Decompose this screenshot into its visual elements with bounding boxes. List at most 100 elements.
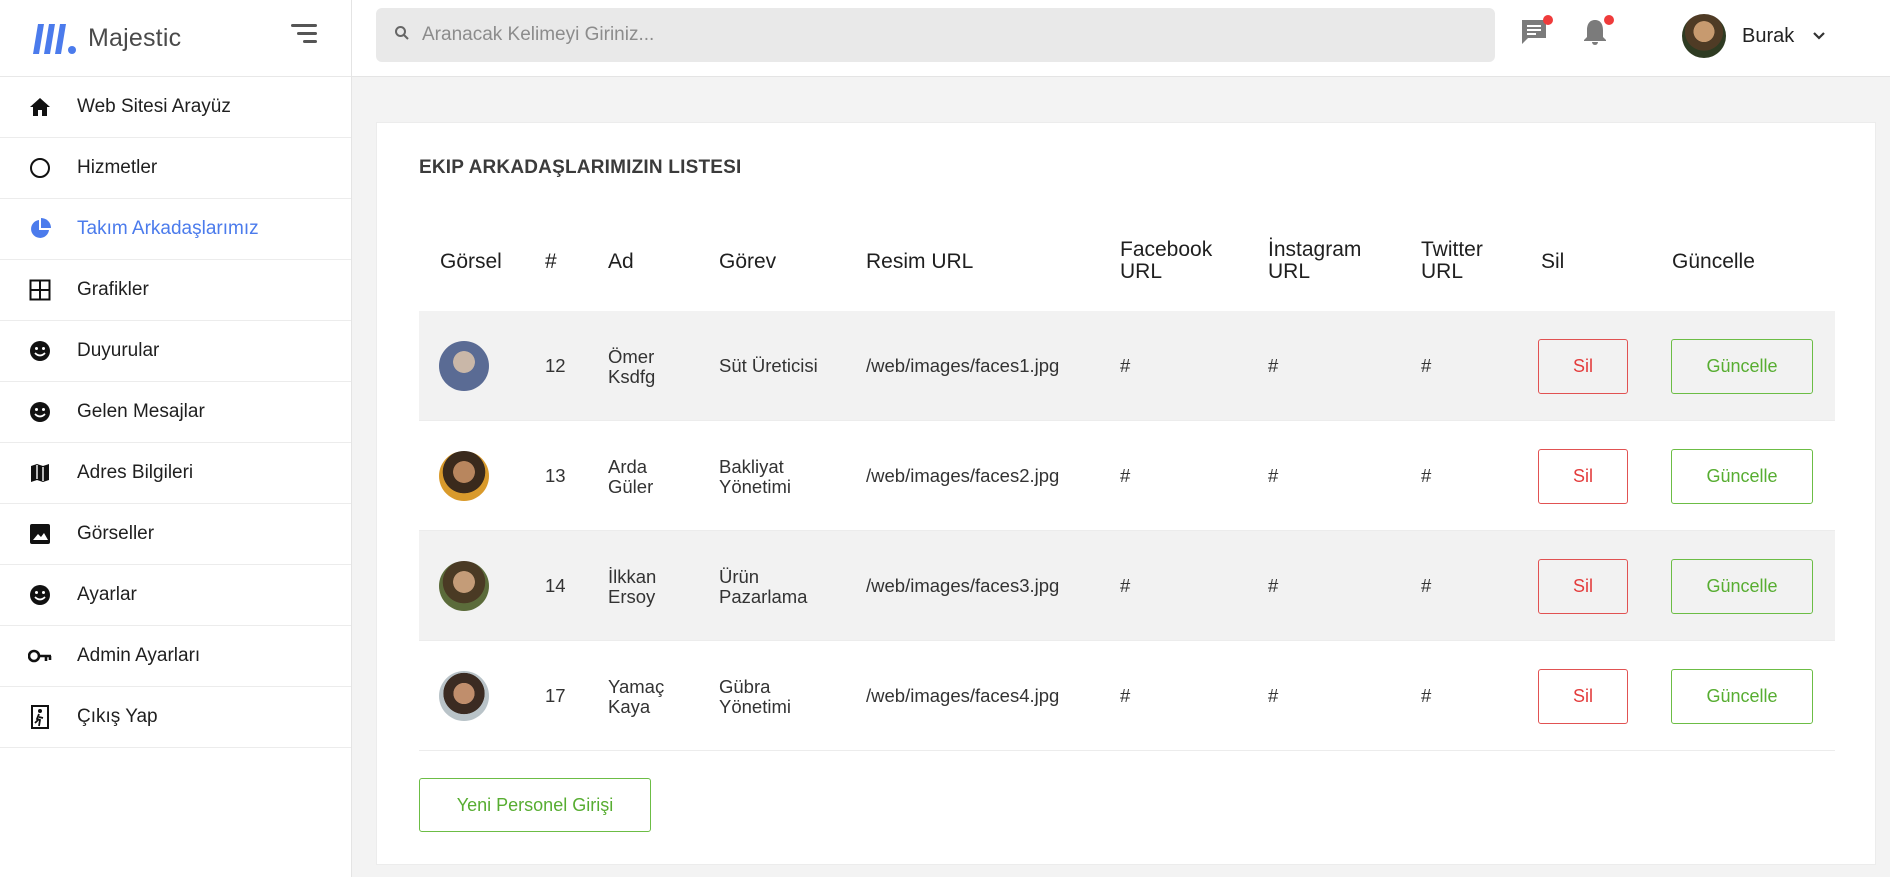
row-twitter-url: # [1421,685,1432,706]
avatar [439,561,489,611]
avatar [439,451,489,501]
notification-dot [1604,15,1614,25]
row-instagram-url: # [1268,355,1279,376]
menu-toggle-icon[interactable] [289,24,317,46]
row-name: İlkkan Ersoy [608,566,657,607]
row-role: Süt Üreticisi [719,355,818,376]
page-title: EKIP ARKADAŞLARIMIZIN LISTESI [419,157,742,178]
column-header: Görsel [440,250,502,273]
table-row: 12 Ömer Ksdfg Süt Üreticisi /web/images/… [419,311,1835,421]
team-list-card: EKIP ARKADAŞLARIMIZIN LISTESI Görsel # A… [376,122,1876,865]
search-box [376,8,1495,62]
row-twitter-url: # [1421,575,1432,596]
search-icon [394,25,410,46]
notification-dot [1543,15,1553,25]
column-header: Ad [608,250,634,273]
sidebar-item-takim-arkadaslarimiz[interactable]: Takım Arkadaşlarımız [0,199,351,260]
table-row: 17 Yamaç Kaya Gübra Yönetimi /web/images… [419,641,1835,751]
delete-button[interactable]: Sil [1538,449,1628,504]
table-row: 13 Arda Güler Bakliyat Yönetimi /web/ima… [419,421,1835,531]
row-name: Arda Güler [608,456,654,497]
sidebar: Majestic Web Sitesi Arayüz Hizmetler Tak… [0,0,352,877]
image-icon [28,522,52,546]
key-icon [28,644,52,668]
sidebar-item-label: Admin Ayarları [77,645,201,666]
sidebar-item-label: Grafikler [77,279,149,300]
row-instagram-url: # [1268,575,1279,596]
bell-icon[interactable] [1580,15,1614,49]
sidebar-item-hizmetler[interactable]: Hizmetler [0,138,351,199]
column-header: Twitter URL [1421,238,1483,283]
column-header: Görev [719,250,777,273]
row-facebook-url: # [1120,575,1131,596]
table-header: Görsel # Ad Görev Resim URL Facebook URL… [419,213,1835,311]
brand: Majestic [0,0,351,77]
column-header: Facebook URL [1120,238,1213,283]
brand-name: Majestic [88,23,182,52]
delete-button[interactable]: Sil [1538,339,1628,394]
delete-button[interactable]: Sil [1538,669,1628,724]
sidebar-item-adres-bilgileri[interactable]: Adres Bilgileri [0,443,351,504]
row-facebook-url: # [1120,355,1131,376]
table-row: 14 İlkkan Ersoy Ürün Pazarlama /web/imag… [419,531,1835,641]
row-facebook-url: # [1120,685,1131,706]
sidebar-item-label: Görseller [77,523,155,544]
column-header: Güncelle [1672,250,1755,273]
sidebar-item-label: Çıkış Yap [77,706,158,727]
pie-chart-icon [28,217,52,241]
sidebar-item-web-sitesi-arayuz[interactable]: Web Sitesi Arayüz [0,77,351,138]
row-id: 12 [545,355,566,376]
team-table: Görsel # Ad Görev Resim URL Facebook URL… [419,213,1835,751]
sidebar-item-label: Hizmetler [77,157,158,178]
messages-icon[interactable] [1519,15,1553,49]
search-input[interactable] [422,24,1422,46]
user-menu[interactable]: Burak [1682,13,1826,59]
map-icon [28,461,52,485]
sidebar-item-gelen-mesajlar[interactable]: Gelen Mesajlar [0,382,351,443]
column-header: Resim URL [866,250,974,273]
row-instagram-url: # [1268,465,1279,486]
sidebar-item-ayarlar[interactable]: Ayarlar [0,565,351,626]
column-header: Sil [1541,250,1565,273]
row-role: Bakliyat Yönetimi [719,456,791,497]
row-role: Gübra Yönetimi [719,676,791,717]
sidebar-item-gorseller[interactable]: Görseller [0,504,351,565]
sidebar-item-label: Web Sitesi Arayüz [77,96,231,117]
sidebar-item-label: Takım Arkadaşlarımız [77,218,259,239]
row-twitter-url: # [1421,465,1432,486]
column-header: # [545,250,557,273]
new-staff-button[interactable]: Yeni Personel Girişi [419,778,651,832]
smiley-icon [28,583,52,607]
row-name: Ömer Ksdfg [608,346,656,387]
majestic-logo-icon [30,20,80,56]
smiley-icon [28,400,52,424]
avatar [1682,14,1726,58]
sidebar-item-label: Duyurular [77,340,160,361]
row-role: Ürün Pazarlama [719,566,808,607]
sidebar-item-admin-ayarlari[interactable]: Admin Ayarları [0,626,351,687]
sidebar-item-label: Adres Bilgileri [77,462,194,483]
sidebar-item-label: Gelen Mesajlar [77,401,205,422]
sidebar-item-duyurular[interactable]: Duyurular [0,321,351,382]
update-button[interactable]: Güncelle [1671,339,1813,394]
row-id: 14 [545,575,566,596]
update-button[interactable]: Güncelle [1671,669,1813,724]
row-image-url: /web/images/faces1.jpg [866,355,1060,376]
update-button[interactable]: Güncelle [1671,449,1813,504]
row-image-url: /web/images/faces2.jpg [866,465,1060,486]
grid-icon [28,278,52,302]
chevron-down-icon [1812,29,1826,43]
row-id: 13 [545,465,566,486]
row-twitter-url: # [1421,355,1432,376]
circle-icon [28,156,52,180]
sidebar-item-grafikler[interactable]: Grafikler [0,260,351,321]
topbar: Burak [352,0,1890,77]
delete-button[interactable]: Sil [1538,559,1628,614]
sidebar-item-cikis-yap[interactable]: Çıkış Yap [0,687,351,748]
sidebar-item-label: Ayarlar [77,584,137,605]
exit-icon [28,705,52,729]
avatar [439,341,489,391]
row-image-url: /web/images/faces4.jpg [866,685,1060,706]
update-button[interactable]: Güncelle [1671,559,1813,614]
user-name: Burak [1742,24,1795,47]
